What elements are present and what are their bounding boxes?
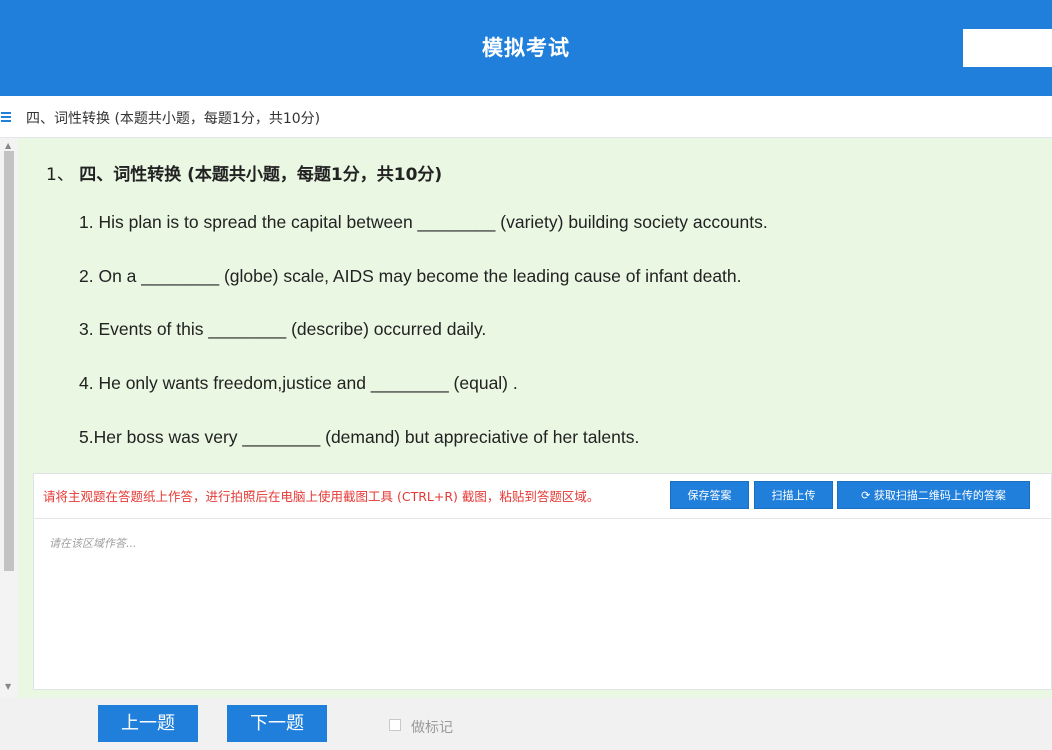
answer-hint: 请将主观题在答题纸上作答，进行拍照后在电脑上使用截图工具 (CTRL+R) 截图… (43, 489, 600, 504)
header-panel (963, 29, 1052, 67)
next-question-button[interactable]: 下一题 (227, 705, 327, 742)
mark-checkbox[interactable] (389, 719, 401, 731)
fetch-scanned-answer-button[interactable]: ⟳ 获取扫描二维码上传的答案 (837, 481, 1030, 509)
question-line: 5.Her boss was very ________ (demand) bu… (79, 427, 640, 447)
header-bar: 模拟考试 (0, 0, 1052, 96)
menu-icon[interactable] (0, 110, 12, 124)
prev-question-button[interactable]: 上一题 (98, 705, 198, 742)
question-heading: 1、 四、词性转换 (本题共小题，每题1分，共10分) (46, 160, 442, 185)
answer-placeholder: 请在该区域作答... (49, 537, 137, 550)
question-line: 3. Events of this ________ (describe) oc… (79, 319, 487, 339)
scroll-up-icon[interactable]: ▲ (5, 141, 11, 150)
question-line: 1. His plan is to spread the capital bet… (79, 212, 768, 232)
mark-label[interactable]: 做标记 (411, 717, 453, 737)
fetch-scanned-answer-label: 获取扫描二维码上传的答案 (873, 489, 1006, 502)
scan-upload-button[interactable]: 扫描上传 (754, 481, 833, 509)
question-title: 四、词性转换 (本题共小题，每题1分，共10分) (79, 165, 443, 185)
question-number: 1、 (46, 165, 74, 185)
scroll-down-icon[interactable]: ▼ (5, 682, 11, 691)
section-title: 四、词性转换 (本题共小题，每题1分，共10分) (26, 111, 321, 127)
page-title: 模拟考试 (482, 36, 570, 60)
question-line: 4. He only wants freedom,justice and ___… (79, 373, 518, 393)
scrollbar-thumb[interactable] (4, 151, 14, 571)
refresh-icon: ⟳ (861, 489, 874, 502)
question-line: 2. On a ________ (globe) scale, AIDS may… (79, 266, 742, 286)
save-answer-button[interactable]: 保存答案 (670, 481, 749, 509)
